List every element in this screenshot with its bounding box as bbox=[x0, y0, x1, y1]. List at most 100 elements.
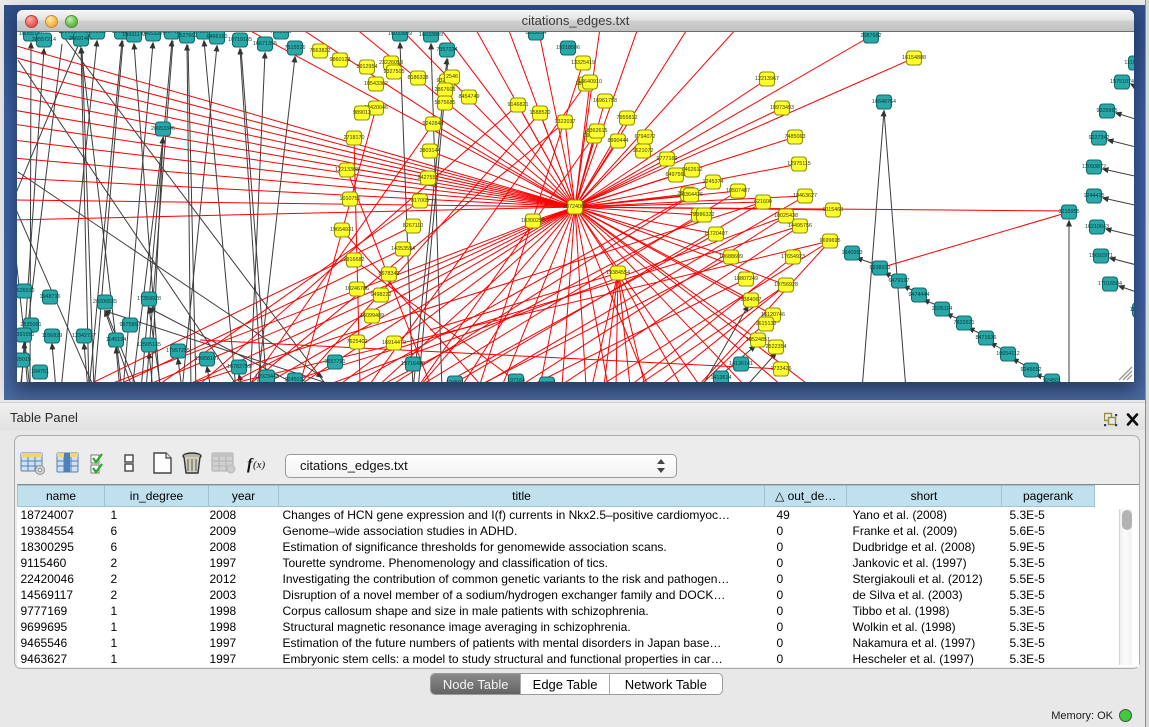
svg-text:3912954: 3912954 bbox=[357, 64, 378, 70]
svg-text:1588520: 1588520 bbox=[530, 110, 551, 116]
svg-text:14495756: 14495756 bbox=[788, 223, 812, 229]
svg-text:7485063: 7485063 bbox=[785, 134, 806, 140]
svg-text:1413614: 1413614 bbox=[711, 375, 732, 381]
svg-text:8471636: 8471636 bbox=[976, 335, 997, 341]
svg-text:7515526: 7515526 bbox=[285, 45, 306, 51]
svg-text:1948716: 1948716 bbox=[40, 294, 61, 300]
svg-text:184751: 184751 bbox=[31, 369, 49, 375]
svg-text:9975867: 9975867 bbox=[120, 322, 141, 328]
svg-text:12213967: 12213967 bbox=[755, 76, 779, 82]
svg-text:6794072: 6794072 bbox=[635, 134, 656, 140]
svg-text:10507487: 10507487 bbox=[726, 188, 750, 194]
svg-text:10973493: 10973493 bbox=[770, 105, 794, 111]
svg-text:2535061: 2535061 bbox=[21, 322, 42, 328]
svg-text:12923448: 12923448 bbox=[255, 374, 279, 380]
svg-text:9474444: 9474444 bbox=[909, 292, 930, 298]
svg-text:8186328: 8186328 bbox=[408, 75, 429, 81]
svg-text:12505135: 12505135 bbox=[137, 342, 161, 348]
svg-text:1615132: 1615132 bbox=[756, 321, 777, 327]
svg-text:10688609: 10688609 bbox=[719, 254, 743, 260]
svg-text:10246786: 10246786 bbox=[345, 286, 369, 292]
svg-text:8678342: 8678342 bbox=[379, 271, 400, 277]
svg-text:12342737: 12342737 bbox=[72, 333, 96, 339]
svg-text:20053346: 20053346 bbox=[151, 126, 175, 132]
svg-text:14136141: 14136141 bbox=[729, 361, 753, 367]
svg-text:2867608: 2867608 bbox=[435, 87, 456, 93]
svg-text:124501: 124501 bbox=[446, 380, 464, 382]
svg-text:16033809: 16033809 bbox=[388, 32, 412, 37]
svg-text:2522354: 2522354 bbox=[766, 344, 787, 350]
svg-text:19716485: 19716485 bbox=[401, 361, 425, 367]
svg-text:9329965: 9329965 bbox=[1097, 108, 1118, 114]
svg-text:13325419: 13325419 bbox=[571, 60, 595, 66]
svg-text:7357224: 7357224 bbox=[437, 47, 458, 53]
svg-text:9146821: 9146821 bbox=[508, 102, 529, 108]
svg-text:16099489: 16099489 bbox=[360, 313, 384, 319]
svg-text:18807249: 18807249 bbox=[734, 276, 758, 282]
svg-text:924501: 924501 bbox=[1043, 378, 1061, 382]
svg-text:9115460: 9115460 bbox=[823, 207, 844, 213]
svg-text:8990444: 8990444 bbox=[608, 138, 629, 144]
svg-text:6479197: 6479197 bbox=[889, 278, 910, 284]
svg-text:9327505: 9327505 bbox=[384, 69, 405, 75]
svg-text:18300295: 18300295 bbox=[521, 218, 545, 224]
svg-text:1244415: 1244415 bbox=[1084, 193, 1105, 199]
svg-text:14353594: 14353594 bbox=[391, 246, 415, 252]
svg-text:1126753: 1126753 bbox=[1130, 307, 1134, 313]
svg-text:9860123: 9860123 bbox=[330, 57, 351, 63]
svg-text:18463627: 18463627 bbox=[793, 193, 817, 199]
svg-text:16782759: 16782759 bbox=[227, 364, 251, 370]
svg-text:9427552: 9427552 bbox=[418, 175, 439, 181]
svg-text:8267110: 8267110 bbox=[403, 223, 424, 229]
svg-text:2546: 2546 bbox=[446, 74, 458, 80]
svg-text:7832621: 7832621 bbox=[954, 320, 975, 326]
svg-text:2935114: 2935114 bbox=[932, 306, 953, 312]
svg-text:9245652: 9245652 bbox=[1021, 367, 1042, 373]
svg-text:17957255: 17957255 bbox=[166, 348, 190, 354]
svg-text:12213363: 12213363 bbox=[335, 167, 359, 173]
svg-text:16154808: 16154808 bbox=[902, 55, 926, 61]
svg-text:16914479: 16914479 bbox=[382, 340, 406, 346]
svg-text:19524851: 19524851 bbox=[746, 337, 770, 343]
svg-text:1916682: 1916682 bbox=[344, 257, 365, 263]
svg-text:10719185: 10719185 bbox=[228, 37, 252, 43]
svg-text:17654923: 17654923 bbox=[781, 254, 805, 260]
svg-text:16648764: 16648764 bbox=[872, 99, 896, 105]
svg-text:11720407: 11720407 bbox=[704, 231, 728, 237]
svg-text:12975115: 12975115 bbox=[787, 161, 811, 167]
svg-text:7955812: 7955812 bbox=[617, 115, 638, 121]
svg-text:7986322: 7986322 bbox=[694, 212, 715, 218]
svg-text:989013: 989013 bbox=[353, 110, 371, 116]
svg-text:9498222: 9498222 bbox=[371, 292, 392, 298]
svg-text:15751074: 15751074 bbox=[1110, 79, 1134, 85]
svg-text:7663822: 7663822 bbox=[310, 48, 331, 54]
svg-text:197164: 197164 bbox=[507, 378, 525, 382]
svg-text:17016504: 17016504 bbox=[1098, 281, 1122, 287]
svg-text:7625402: 7625402 bbox=[347, 339, 368, 345]
svg-text:1010755: 1010755 bbox=[340, 196, 361, 202]
svg-text:2087682: 2087682 bbox=[861, 33, 882, 39]
svg-text:15692971: 15692971 bbox=[1089, 253, 1113, 259]
svg-text:925015: 925015 bbox=[17, 357, 31, 363]
svg-text:104921: 104921 bbox=[538, 381, 556, 382]
svg-text:7515526: 7515526 bbox=[271, 32, 292, 35]
svg-text:9384067: 9384067 bbox=[741, 297, 762, 303]
svg-text:16671355: 16671355 bbox=[253, 41, 277, 47]
svg-text:20206535: 20206535 bbox=[93, 299, 117, 305]
svg-text:10654112: 10654112 bbox=[996, 351, 1020, 357]
svg-text:9391591: 9391591 bbox=[17, 332, 35, 338]
svg-text:6466160: 6466160 bbox=[207, 34, 228, 40]
svg-text:1156829: 1156829 bbox=[42, 333, 63, 339]
svg-text:1733426: 1733426 bbox=[771, 366, 792, 372]
svg-text:16961758: 16961758 bbox=[593, 98, 617, 104]
svg-text:1621072: 1621072 bbox=[633, 148, 654, 154]
svg-text:12093872: 12093872 bbox=[1082, 164, 1106, 170]
svg-text:8813054: 8813054 bbox=[526, 32, 547, 36]
svg-text:1362615: 1362615 bbox=[587, 128, 608, 134]
svg-text:1245374: 1245374 bbox=[703, 179, 724, 185]
svg-text:18724007: 18724007 bbox=[563, 204, 587, 210]
svg-text:9699695: 9699695 bbox=[820, 238, 841, 244]
svg-text:9777169: 9777169 bbox=[657, 156, 678, 162]
svg-text:19384554: 19384554 bbox=[606, 270, 630, 276]
svg-text:19654931: 19654931 bbox=[330, 227, 354, 233]
